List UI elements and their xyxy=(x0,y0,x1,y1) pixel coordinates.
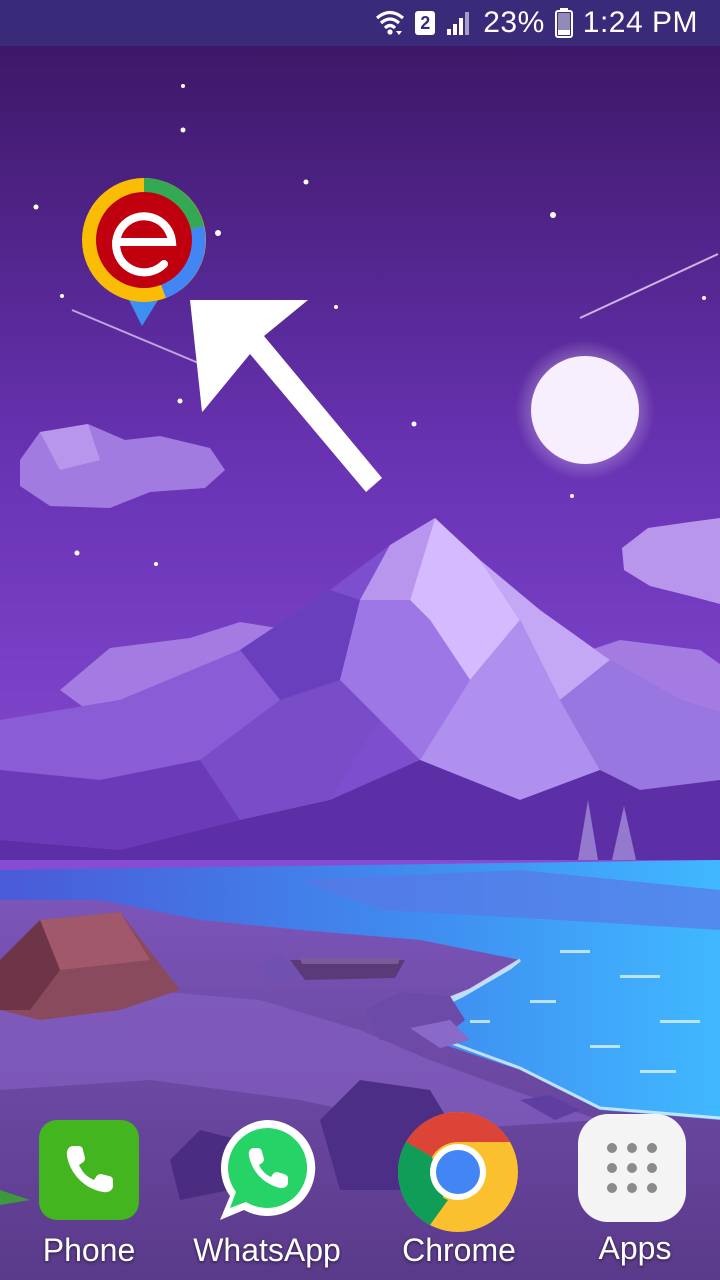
wifi-icon xyxy=(376,10,405,35)
apps-grid-icon xyxy=(578,1114,686,1222)
clock: 1:24 PM xyxy=(582,6,698,39)
signal-icon xyxy=(447,12,470,35)
status-icons: 2 23% 1:24 PM xyxy=(375,0,698,46)
arrow-pointer-icon xyxy=(190,300,382,492)
chrome-label: Chrome xyxy=(402,1232,516,1268)
dock-whatsapp[interactable]: WhatsApp xyxy=(192,1108,342,1280)
sim-2-icon: 2 xyxy=(415,11,436,35)
battery-icon xyxy=(554,8,573,38)
chrome-icon xyxy=(396,1110,520,1234)
dock-apps[interactable]: Apps xyxy=(560,1108,710,1280)
whatsapp-label: WhatsApp xyxy=(193,1232,341,1268)
dock-phone[interactable]: Phone xyxy=(14,1108,164,1280)
apps-label: Apps xyxy=(598,1230,672,1266)
status-bar: 2 23% 1:24 PM xyxy=(0,0,720,46)
phone-label: Phone xyxy=(42,1232,136,1268)
whatsapp-icon xyxy=(214,1116,322,1224)
dock-chrome[interactable]: Chrome xyxy=(384,1108,534,1280)
phone-icon xyxy=(39,1120,139,1220)
boat xyxy=(290,958,405,980)
battery-percentage: 23% xyxy=(483,6,545,39)
